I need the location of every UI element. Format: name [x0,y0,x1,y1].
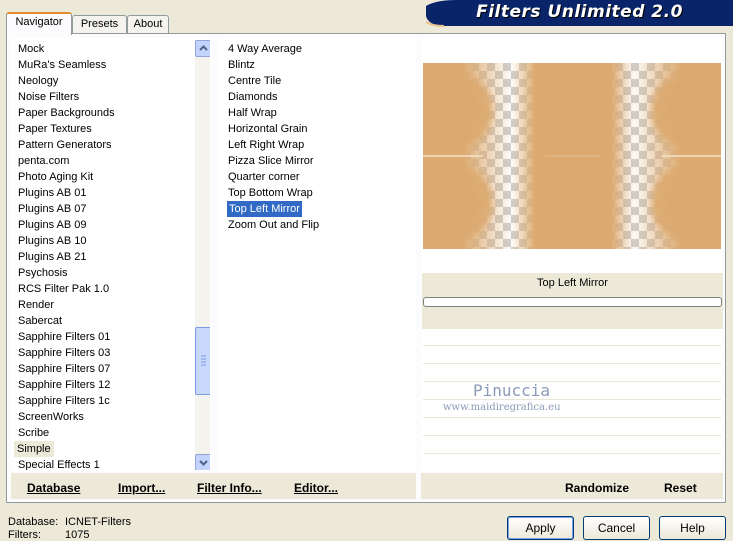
filter-item[interactable]: Half Wrap [228,105,277,121]
reset-button[interactable]: Reset [664,481,697,495]
category-item[interactable]: MuRa's Seamless [18,57,106,73]
tab-presets[interactable]: Presets [72,15,127,33]
category-item[interactable]: Plugins AB 10 [18,233,87,249]
category-item[interactable]: Sapphire Filters 12 [18,377,110,393]
filter-item[interactable]: Zoom Out and Flip [228,217,319,233]
category-item[interactable]: Simple [14,441,54,457]
preview-image [423,63,721,249]
filter-item[interactable]: Diamonds [228,89,278,105]
status-filters-label: Filters: [8,529,41,541]
banner-title: Filters Unlimited 2.0 [476,2,683,22]
filter-item[interactable]: Quarter corner [228,169,300,185]
grip-icon [201,355,206,366]
category-item[interactable]: Sapphire Filters 01 [18,329,110,345]
status-filters-value: 1075 [65,529,90,541]
category-item[interactable]: Noise Filters [18,89,79,105]
category-list[interactable]: Mock MuRa's Seamless Neology Noise Filters P… [11,38,211,471]
category-item[interactable]: Plugins AB 07 [18,201,87,217]
category-item[interactable]: Sabercat [18,313,62,329]
category-item[interactable]: ScreenWorks [18,409,84,425]
apply-button[interactable]: Apply [507,516,574,540]
category-item[interactable]: Sapphire Filters 1c [18,393,110,409]
category-item[interactable]: Sapphire Filters 07 [18,361,110,377]
progress-bar [423,297,722,307]
category-item[interactable]: Sapphire Filters 03 [18,345,110,361]
category-item[interactable]: Scribe [18,425,49,441]
category-item[interactable]: Plugins AB 01 [18,185,87,201]
filter-item[interactable]: Pizza Slice Mirror [228,153,314,169]
category-item[interactable]: Render [18,297,54,313]
category-item[interactable]: Plugins AB 09 [18,217,87,233]
tab-bar: Navigator Presets About [6,12,176,35]
randomize-button[interactable]: Randomize [565,481,629,495]
category-item[interactable]: RCS Filter Pak 1.0 [18,281,109,297]
cancel-button[interactable]: Cancel [583,516,650,540]
title-banner: Filters Unlimited 2.0 [426,0,733,28]
category-item[interactable]: Neology [18,73,58,89]
chevron-down-icon [199,460,208,466]
category-item[interactable]: Paper Backgrounds [18,105,115,121]
preview-panel: Top Left Mirror Pinuccia www.maidiregraf… [421,38,723,471]
filter-info-button[interactable]: Filter Info... [197,481,262,495]
help-button[interactable]: Help [659,516,726,540]
category-item[interactable]: Special Effects 1 [18,457,100,470]
category-scrollbar[interactable] [195,40,210,470]
filter-item[interactable]: Blintz [228,57,255,73]
status-database-value: ICNET-Filters [65,516,131,528]
scroll-up-button[interactable] [195,40,210,57]
database-button[interactable]: Database [27,481,80,495]
status-database-label: Database: [8,516,59,528]
import-button[interactable]: Import... [118,481,165,495]
chevron-up-icon [199,45,208,51]
category-item[interactable]: Mock [18,41,44,57]
scroll-down-button[interactable] [195,454,210,470]
filter-item[interactable]: 4 Way Average [228,41,302,57]
preview-filter-name: Top Left Mirror [422,273,723,293]
watermark-name: Pinuccia [473,381,551,400]
tab-about[interactable]: About [127,15,169,33]
category-item[interactable]: Plugins AB 21 [18,249,87,265]
watermark-url: www.maidiregrafica.eu [443,402,561,413]
filter-item[interactable]: Horizontal Grain [228,121,307,137]
filter-item[interactable]: Top Left Mirror [227,201,302,217]
filter-list[interactable]: 4 Way Average Blintz Centre Tile Diamonds Ha… [218,38,416,471]
filter-item[interactable]: Centre Tile [228,73,281,89]
category-item[interactable]: penta.com [18,153,69,169]
category-item[interactable]: Pattern Generators [18,137,112,153]
category-item[interactable]: Psychosis [18,265,68,281]
tab-navigator[interactable]: Navigator [6,12,72,35]
filter-item[interactable]: Top Bottom Wrap [228,185,313,201]
filter-item[interactable]: Left Right Wrap [228,137,304,153]
category-item[interactable]: Paper Textures [18,121,92,137]
scroll-thumb[interactable] [195,327,210,395]
category-item[interactable]: Photo Aging Kit [18,169,93,185]
editor-button[interactable]: Editor... [294,481,338,495]
